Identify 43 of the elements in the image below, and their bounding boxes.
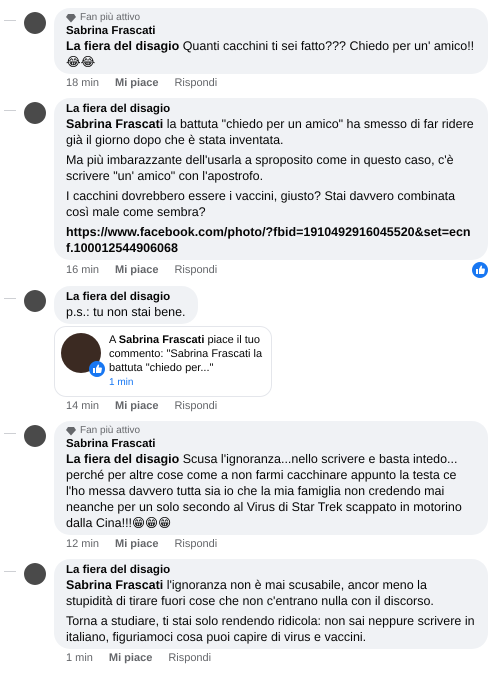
- notification-card[interactable]: A Sabrina Frascati piace il tuo commento: "Sabrina Frascati la battuta "chiedo per..." 1 min: [54, 326, 272, 397]
- like-link[interactable]: Mi piace: [115, 76, 158, 90]
- like-link[interactable]: Mi piace: [115, 537, 158, 551]
- comment-text: p.s.: tu non stai bene.: [66, 304, 186, 320]
- author-name[interactable]: Sabrina Frascati: [66, 437, 476, 451]
- reply-link[interactable]: Rispondi: [174, 537, 218, 551]
- diamond-icon: [66, 426, 76, 436]
- comment-text: Ma più imbarazzante dell'usarla a sproposito come in questo caso, c'è scrivere "un' amico" con l'apostrofo.: [66, 152, 455, 184]
- link[interactable]: https://www.facebook.com/photo/?fbid=1910492916045520&set=ecnf.100012544906068: [66, 224, 476, 256]
- notification-text: A Sabrina Frascati piace il tuo commento: "Sabrina Frascati la battuta "chiedo per...": [109, 333, 264, 375]
- badge-label: Fan più attivo: [80, 12, 140, 24]
- comment-text: Sabrina Frascati l'ignoranza non è mai scusabile, ancor meno la stupidità di tirare fuori cose che non c'entrano nulla con il discorso.: [66, 577, 435, 609]
- avatar[interactable]: [24, 563, 46, 585]
- comment-text: La fiera del disagio Quanti cacchini ti sei fatto??? Chiedo per un' amico!! 😂😂: [66, 38, 476, 70]
- comment-text: Torna a studiare, ti stai solo rendendo ridicola: non sai neppure scrivere in italiano, figuriamoci cosa puoi capire di virus e vaccini.: [66, 613, 476, 645]
- thumbs-up-icon: [89, 361, 105, 377]
- avatar[interactable]: [24, 425, 46, 447]
- author-name[interactable]: La fiera del disagio: [66, 102, 476, 116]
- author-name[interactable]: La fiera del disagio: [66, 563, 476, 577]
- comment-text: Sabrina Frascati la battuta "chiedo per un amico" ha smesso di far ridere già il giorno dopo che è stata inventata.: [66, 116, 475, 148]
- avatar[interactable]: [24, 102, 46, 124]
- notification-time: 1 min: [109, 376, 134, 390]
- badge-label: Fan più attivo: [80, 425, 140, 437]
- reply-link[interactable]: Rispondi: [174, 263, 218, 277]
- comment-text: La fiera del disagio Scusa l'ignoranza...nello scrivere e basta intedo... perché per altre cose come a non farmi cacchinare appunto la testa ce l'ho messa davvero tutta sia io che la mia famiglia non credendo mai neanche per un solo secondo al Virus di Star Trek scappato in motorino dalla Cina!!!😁😁😁: [66, 451, 463, 531]
- author-name[interactable]: Sabrina Frascati: [66, 24, 476, 38]
- reply-link[interactable]: Rispondi: [174, 399, 218, 413]
- like-link[interactable]: Mi piace: [115, 399, 158, 413]
- comment-time: 14 min: [66, 399, 100, 413]
- comment-time: 1 min: [66, 651, 93, 665]
- like-link[interactable]: Mi piace: [108, 651, 152, 665]
- reply-link[interactable]: Rispondi: [168, 651, 212, 665]
- avatar[interactable]: [24, 290, 46, 312]
- comment-text: I cacchini dovrebbero essere i vaccini, giusto? Stai davvero combinata così male come sembra?: [66, 188, 456, 220]
- comment-time: 18 min: [66, 76, 100, 90]
- avatar[interactable]: [24, 12, 46, 34]
- reply-link[interactable]: Rispondi: [174, 76, 218, 90]
- comment-time: 12 min: [66, 537, 100, 551]
- diamond-icon: [66, 13, 76, 23]
- like-link[interactable]: Mi piace: [115, 263, 158, 277]
- photo-placeholder: [61, 333, 101, 373]
- comment-time: 16 min: [66, 263, 100, 277]
- author-name[interactable]: La fiera del disagio: [66, 290, 186, 304]
